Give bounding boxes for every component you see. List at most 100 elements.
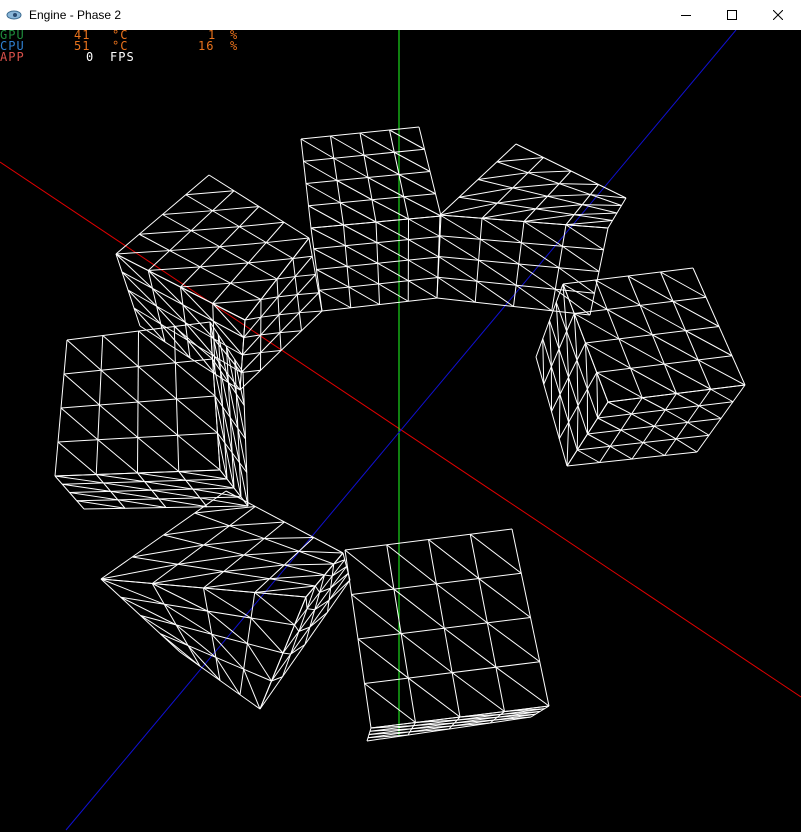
wire-diagonal bbox=[359, 132, 395, 153]
wire-diagonal bbox=[477, 172, 529, 180]
wire-diagonal bbox=[192, 488, 242, 498]
wire-diagonal bbox=[241, 369, 261, 373]
wire-diagonal bbox=[254, 592, 295, 626]
wire-diagonal bbox=[140, 615, 189, 646]
wire-diagonal bbox=[260, 332, 281, 336]
wire-diagonal bbox=[54, 475, 104, 484]
wire-diagonal bbox=[200, 262, 249, 268]
wire-diagonal bbox=[148, 266, 201, 271]
wire-diagonal bbox=[305, 596, 308, 609]
z-axis-line bbox=[65, 30, 737, 831]
maximize-button[interactable] bbox=[709, 0, 755, 30]
wire-diagonal bbox=[300, 138, 335, 159]
wire-diagonal bbox=[260, 350, 282, 354]
wire-diagonal bbox=[398, 174, 436, 195]
wire-diagonal bbox=[333, 157, 369, 178]
wire-diagonal bbox=[497, 195, 548, 204]
wire-diagonal bbox=[139, 230, 192, 235]
wire-diagonal bbox=[260, 296, 279, 300]
wire-diagonal bbox=[138, 330, 176, 364]
render-viewport[interactable]: GPU 41 °C 1 % CPU 51 °C 16 % APP 0 FPS bbox=[0, 30, 801, 832]
wire-diagonal bbox=[219, 242, 267, 248]
wire-diagonal bbox=[665, 409, 688, 423]
cube-top-right bbox=[436, 143, 627, 316]
wire-diagonal bbox=[428, 539, 480, 579]
wire-diagonal bbox=[132, 544, 204, 558]
wire-diagonal bbox=[436, 583, 488, 624]
wire-diagonal bbox=[137, 401, 178, 436]
wire-diagonal bbox=[698, 405, 722, 419]
wire-diagonal bbox=[487, 622, 541, 663]
minimize-button[interactable] bbox=[663, 0, 709, 30]
wire-diagonal bbox=[478, 578, 531, 618]
wire-diagonal bbox=[266, 237, 310, 244]
title-bar[interactable]: Engine - Phase 2 bbox=[0, 0, 801, 30]
wire-diagonal bbox=[99, 404, 139, 438]
wire-diagonal bbox=[443, 627, 497, 668]
wire-diagonal bbox=[595, 279, 641, 306]
wire-diagonal bbox=[180, 286, 214, 322]
wire-diagonal bbox=[336, 180, 373, 201]
wire-diagonal bbox=[408, 239, 440, 258]
close-icon bbox=[773, 10, 783, 20]
wire-diagonal bbox=[282, 652, 291, 655]
wire-diagonal bbox=[152, 288, 186, 323]
fps-unit: FPS bbox=[110, 50, 135, 64]
wire-diagonal bbox=[223, 564, 285, 572]
wire-diagonal bbox=[178, 471, 228, 480]
wire-diagonal bbox=[408, 218, 441, 237]
wire-diagonal bbox=[565, 220, 613, 226]
wire-diagonal bbox=[364, 683, 416, 723]
wire-diagonal bbox=[159, 633, 201, 667]
world-axes bbox=[0, 30, 801, 831]
minimize-icon bbox=[681, 15, 691, 16]
wire-diagonal bbox=[103, 482, 152, 491]
wire-diagonal bbox=[294, 624, 300, 632]
wire-diagonal bbox=[212, 299, 262, 304]
wire-diagonal bbox=[631, 413, 655, 427]
wire-diagonal bbox=[639, 304, 686, 332]
wire-diagonal bbox=[264, 537, 314, 539]
wire-diagonal bbox=[203, 538, 265, 546]
close-button[interactable] bbox=[755, 0, 801, 30]
wire-diagonal bbox=[297, 292, 319, 296]
wire-diagonal bbox=[609, 445, 633, 460]
wire-diagonal bbox=[310, 227, 346, 247]
wire-diagonal bbox=[438, 235, 479, 261]
wire-diagonal bbox=[523, 214, 575, 222]
maximize-icon bbox=[727, 10, 737, 20]
wire-diagonal bbox=[630, 367, 677, 394]
wire-diagonal bbox=[375, 221, 409, 241]
wire-diagonal bbox=[566, 422, 570, 467]
wire-diagonal bbox=[137, 366, 177, 400]
wire-diagonal bbox=[363, 154, 400, 175]
wire-diagonal bbox=[260, 314, 280, 318]
wire-diagonal bbox=[306, 608, 315, 611]
wire-diagonal bbox=[574, 313, 620, 340]
wire-diagonal bbox=[576, 360, 579, 406]
wire-diagonal bbox=[276, 276, 296, 280]
wire-diagonal bbox=[254, 585, 316, 593]
wire-diagonal bbox=[357, 638, 409, 679]
wire-diagonal bbox=[177, 434, 221, 471]
wire-diagonal bbox=[547, 194, 591, 197]
app-stat-row: APP 0 FPS bbox=[0, 51, 134, 63]
stats-overlay: GPU 41 °C 1 % CPU 51 °C 16 % APP 0 FPS bbox=[0, 30, 237, 63]
wire-diagonal bbox=[115, 250, 170, 255]
wire-diagonal bbox=[331, 566, 347, 577]
wire-diagonal bbox=[96, 474, 145, 483]
cube-bottom bbox=[344, 528, 550, 742]
wire-diagonal bbox=[535, 204, 583, 210]
wire-diagonal bbox=[627, 275, 674, 302]
wire-diagonal bbox=[585, 342, 631, 369]
wire-diagonal bbox=[439, 214, 481, 240]
wire-diagonal bbox=[57, 441, 97, 475]
wire-diagonal bbox=[549, 320, 552, 367]
wire-diagonal bbox=[597, 417, 622, 431]
wire-diagonal bbox=[512, 183, 560, 189]
wire-diagonal bbox=[620, 429, 644, 444]
wire-diagonal bbox=[319, 289, 351, 309]
wire-diagonal bbox=[60, 407, 99, 441]
wire-diagonal bbox=[156, 305, 188, 341]
wire-diagonal bbox=[144, 481, 193, 490]
